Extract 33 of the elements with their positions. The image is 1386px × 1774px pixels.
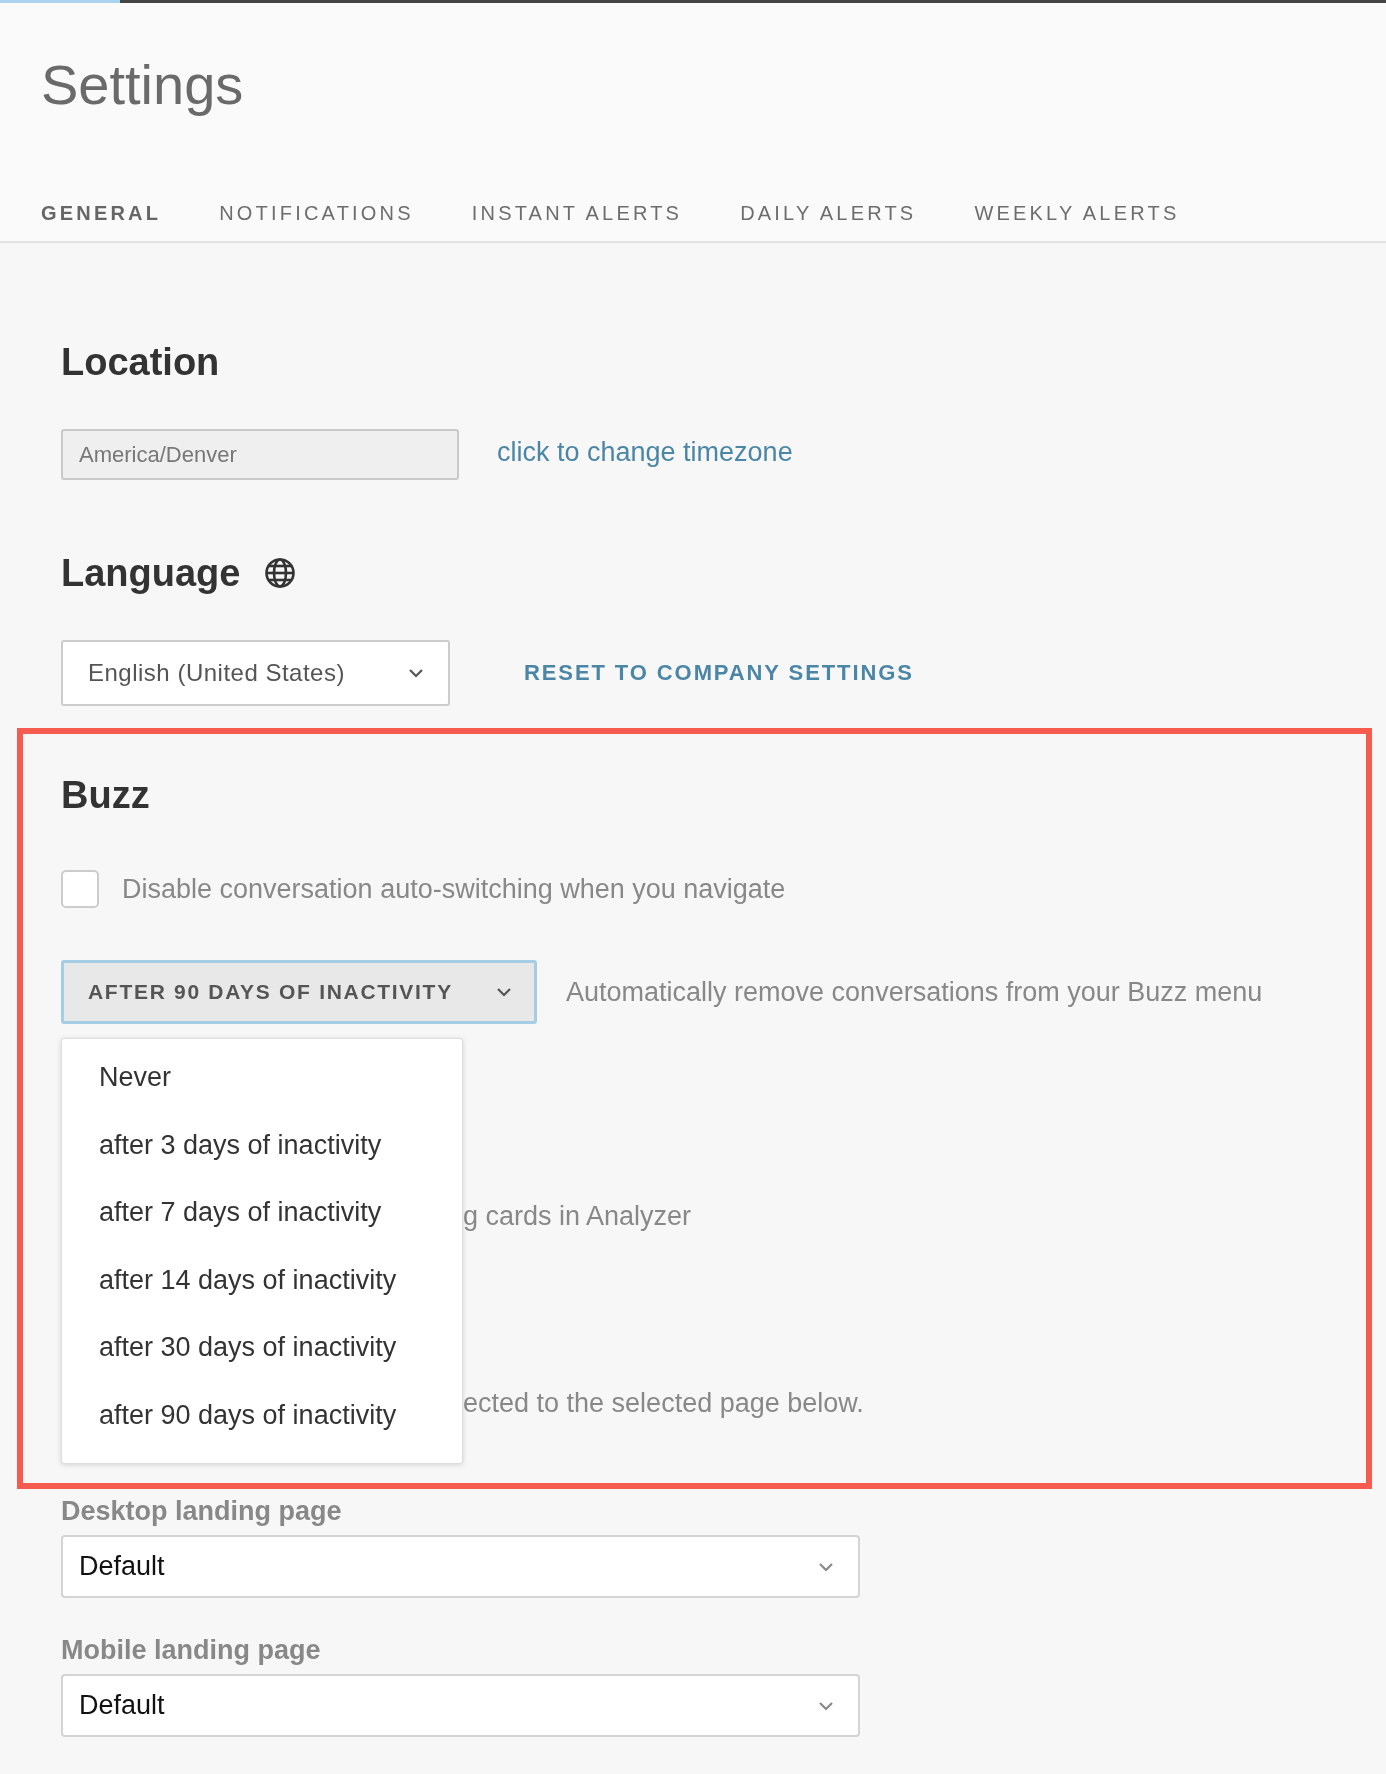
landing-page-select[interactable]: Default xyxy=(61,1535,860,1598)
checkbox[interactable] xyxy=(61,870,99,908)
menu-item[interactable]: after 3 days of inactivity xyxy=(99,1128,462,1161)
globe-icon xyxy=(264,557,297,589)
tab[interactable]: WEEKLY ALERTS xyxy=(974,201,1180,241)
chevron-icon xyxy=(496,987,512,997)
menu-item[interactable]: after 7 days of inactivity xyxy=(99,1196,462,1228)
change-timezone-link[interactable]: click to change timezone xyxy=(497,437,793,468)
menu-item[interactable]: after 14 days of inactivity xyxy=(99,1263,462,1296)
section-heading: Location xyxy=(61,340,221,385)
menu-item[interactable]: after 90 days of inactivity xyxy=(99,1398,462,1431)
reset-link[interactable]: RESET TO COMPANY SETTINGS xyxy=(524,660,914,686)
field-label: Desktop landing page xyxy=(61,1495,343,1527)
description-text: Automatically remove conversations from your Buzz menu xyxy=(566,976,1263,1008)
menu-item[interactable]: after 30 days of inactivity xyxy=(99,1331,462,1363)
tab[interactable]: NOTIFICATIONS xyxy=(219,201,414,241)
tab[interactable]: DAILY ALERTS xyxy=(740,201,917,241)
inactivity-select[interactable]: AFTER 90 DAYS OF INACTIVITY xyxy=(61,960,537,1024)
landing-page-select[interactable]: Default xyxy=(61,1674,860,1737)
page-title: Settings xyxy=(41,52,245,117)
tab[interactable]: INSTANT ALERTS xyxy=(471,201,683,241)
chevron-icon xyxy=(818,1700,834,1711)
menu-item[interactable]: Never xyxy=(99,1061,462,1093)
section-heading: Language xyxy=(61,551,241,596)
language-select[interactable]: English (United States) xyxy=(61,640,450,706)
field-label: Mobile landing page xyxy=(61,1634,322,1666)
chevron-icon xyxy=(408,668,424,678)
setting-text: g cards in Analyzer xyxy=(463,1200,692,1233)
setting-text: ected to the selected page below. xyxy=(463,1387,864,1420)
chevron-icon xyxy=(818,1561,834,1572)
section-heading: Buzz xyxy=(61,773,151,818)
checkbox-label: Disable conversation auto-switching when you navigate xyxy=(122,873,786,905)
tab[interactable]: GENERAL xyxy=(41,201,162,241)
